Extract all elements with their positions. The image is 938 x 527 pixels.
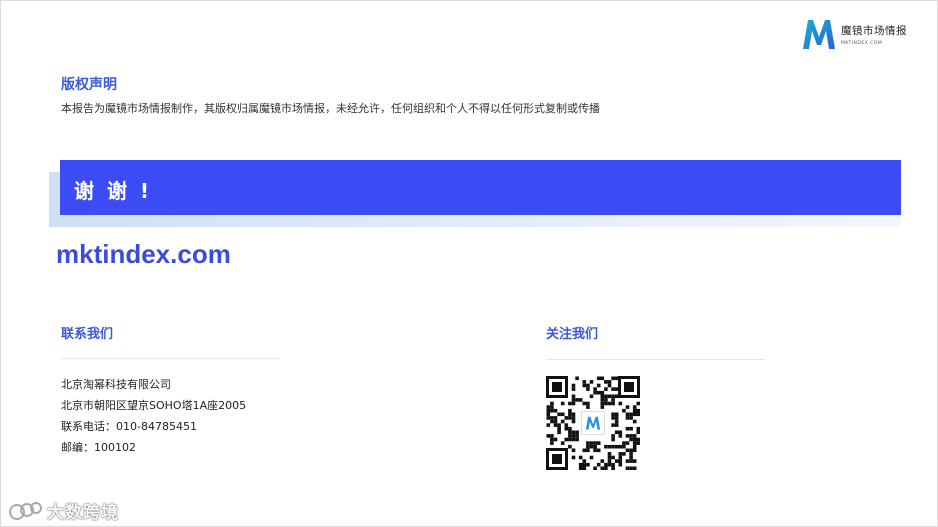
- follow-divider: [546, 359, 765, 360]
- contact-phone: 联系电话：010-84785451: [61, 420, 197, 433]
- thanks-banner: 谢 谢 !: [60, 160, 901, 215]
- watermark-text: 大数跨境: [47, 503, 119, 523]
- qr-code-icon[interactable]: [546, 376, 640, 470]
- contact-divider: [61, 358, 280, 359]
- thanks-text: 谢 谢 !: [74, 179, 153, 203]
- watermark-logo-icon: [9, 501, 42, 520]
- watermark: 大数跨境: [9, 498, 119, 523]
- logo-domain: MKTINDEX.COM: [841, 40, 883, 46]
- company-address: 北京市朝阳区望京SOHO塔1A座2005: [61, 399, 247, 412]
- company-name: 北京淘幂科技有限公司: [61, 378, 171, 391]
- follow-title: 关注我们: [546, 327, 599, 342]
- contact-title: 联系我们: [61, 327, 114, 342]
- contact-info: 北京淘幂科技有限公司 北京市朝阳区望京SOHO塔1A座2005 联系电话：010…: [61, 377, 246, 461]
- qr-center-logo-icon: [581, 411, 605, 435]
- logo-chinese-name: 魔镜市场情报: [841, 24, 907, 37]
- page: 魔镜市场情报 MKTINDEX.COM 版权声明 本报告为魔镜市场情报制作，其版…: [0, 0, 938, 527]
- copyright-text: 本报告为魔镜市场情报制作，其版权归属魔镜市场情报，未经允许，任何组织和个人不得以…: [61, 102, 600, 115]
- postcode: 邮编：100102: [61, 441, 136, 454]
- brand-logo[interactable]: 魔镜市场情报 MKTINDEX.COM: [801, 17, 907, 51]
- website-link[interactable]: mktindex.com: [56, 239, 231, 270]
- mktindex-logo-icon: [803, 20, 835, 49]
- copyright-title: 版权声明: [61, 77, 117, 93]
